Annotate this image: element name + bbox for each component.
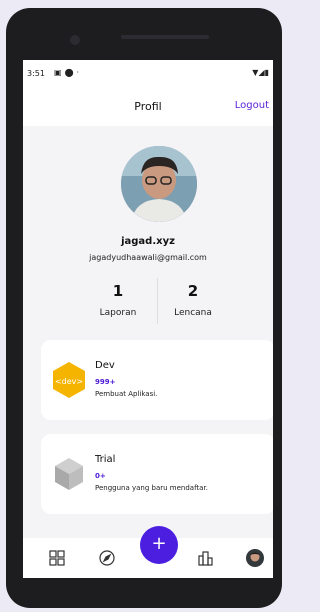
- profile-username: jagad.xyz: [121, 236, 175, 247]
- profile-email: jagadyudhaawali@gmail.com: [89, 253, 207, 262]
- svg-text:<dev>: <dev>: [55, 377, 83, 386]
- profile-avatar[interactable]: [121, 146, 197, 222]
- badge-name: Dev: [95, 360, 115, 371]
- buildings-icon[interactable]: [195, 548, 215, 568]
- badge-card-trial[interactable]: Trial 0+ Pengguna yang baru mendaftar.: [41, 434, 273, 514]
- status-left-icons: ▣⬤·: [54, 68, 82, 77]
- status-bar: 3:51 ▣⬤· ▼◢▮: [23, 60, 273, 86]
- dev-hex-icon: <dev>: [51, 360, 87, 400]
- logout-button[interactable]: Logout: [235, 100, 269, 111]
- status-right-icons: ▼◢▮: [252, 68, 269, 77]
- camera-icon: [70, 35, 80, 45]
- nav-avatar[interactable]: [245, 548, 265, 568]
- app-bar: Profil Logout: [23, 86, 273, 126]
- add-report-button[interactable]: +: [140, 526, 178, 564]
- stat-badges: 2 Lencana: [148, 282, 238, 318]
- dot-icon: ·: [76, 68, 83, 77]
- screen: 3:51 ▣⬤· ▼◢▮ Profil Logout jagad.xyz jag…: [23, 60, 273, 578]
- cube-icon: [51, 454, 87, 494]
- badge-description: Pengguna yang baru mendaftar.: [95, 484, 208, 492]
- badge-count: 999+: [95, 378, 116, 386]
- compass-icon[interactable]: [97, 548, 117, 568]
- image-icon: ▣: [54, 68, 65, 77]
- grid-icon[interactable]: [47, 548, 67, 568]
- phone-frame: 3:51 ▣⬤· ▼◢▮ Profil Logout jagad.xyz jag…: [6, 8, 282, 608]
- battery-icon: ▮: [264, 68, 269, 77]
- speaker-grill: [121, 35, 209, 39]
- badge-count: 0+: [95, 472, 106, 480]
- stat-label: Lencana: [174, 308, 212, 318]
- badge-card-dev[interactable]: <dev> Dev 999+ Pembuat Aplikasi.: [41, 340, 273, 420]
- badge-description: Pembuat Aplikasi.: [95, 390, 158, 398]
- stat-value: 2: [187, 282, 199, 300]
- location-icon: ⬤: [64, 68, 77, 77]
- badge-name: Trial: [95, 454, 116, 465]
- status-time: 3:51: [27, 69, 45, 78]
